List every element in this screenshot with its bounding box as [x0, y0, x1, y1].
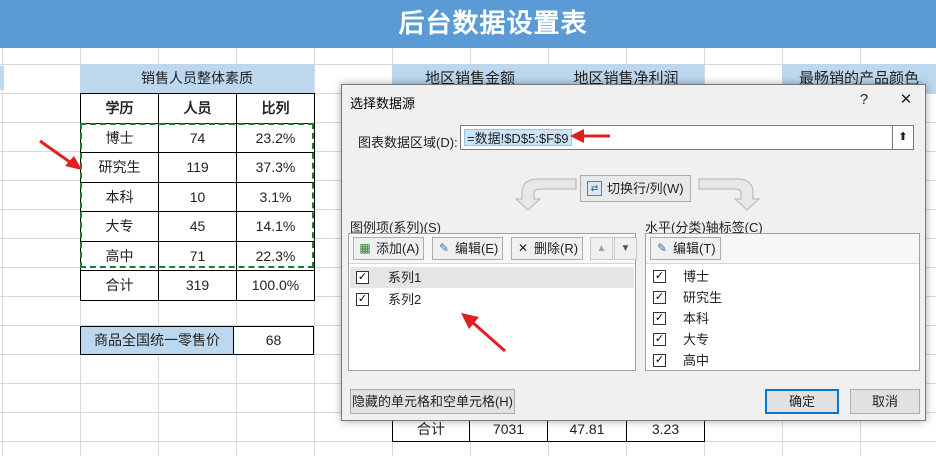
count-cell[interactable]: 45 — [158, 211, 237, 242]
category-checkbox[interactable]: ✓ — [653, 333, 666, 346]
edit-label: 编辑(E) — [455, 241, 499, 256]
switch-label: 切换行/列(W) — [607, 181, 684, 196]
sheet-title: 后台数据设置表 — [398, 9, 588, 39]
ok-button[interactable]: 确定 — [765, 389, 839, 414]
switch-icon: ⇄ — [587, 181, 602, 196]
delete-icon: ✕ — [517, 241, 529, 255]
help-button[interactable]: ? — [849, 87, 879, 113]
category-label: 博士 — [683, 269, 710, 284]
category-item[interactable]: ✓ 大专 — [647, 329, 918, 350]
category-checkbox[interactable]: ✓ — [653, 312, 666, 325]
edit-axis-button[interactable]: ✎ 编辑(T) — [650, 237, 721, 260]
table-row: 博士 74 23.2% — [80, 122, 315, 153]
series-checkbox[interactable]: ✓ — [356, 271, 369, 284]
edu-cell[interactable]: 研究生 — [80, 152, 159, 183]
series-label: 系列1 — [388, 270, 422, 285]
edu-cell[interactable]: 高中 — [80, 240, 159, 271]
category-item[interactable]: ✓ 本科 — [647, 308, 918, 329]
price-value[interactable]: 68 — [233, 326, 314, 355]
series-label: 系列2 — [388, 292, 422, 307]
count-cell[interactable]: 10 — [158, 181, 237, 212]
category-checkbox[interactable]: ✓ — [653, 354, 666, 367]
category-item[interactable]: ✓ 研究生 — [647, 287, 918, 308]
table-row: 大专 45 14.1% — [80, 211, 315, 242]
count-cell[interactable]: 74 — [158, 122, 237, 153]
series-item[interactable]: ✓ 系列1 — [350, 267, 634, 288]
close-button[interactable]: ✕ — [891, 87, 921, 113]
table-row: 高中 71 22.3% — [80, 240, 315, 271]
table-row: 合计 319 100.0% — [80, 270, 315, 301]
table-row: 本科 10 3.1% — [80, 181, 315, 212]
category-checkbox[interactable]: ✓ — [653, 270, 666, 283]
quality-table: 学历 人员 比列 博士 74 23.2% 研究生 119 37.3% 本科 10… — [80, 93, 315, 301]
range-input[interactable]: =数据!$D$5:$F$9 — [460, 125, 895, 150]
delete-series-button[interactable]: ✕ 删除(R) — [511, 237, 584, 260]
ratio-cell[interactable]: 100.0% — [236, 270, 315, 301]
edit-icon: ✎ — [438, 241, 450, 255]
axis-toolbar: ✎ 编辑(T) — [646, 234, 919, 264]
edit-axis-label: 编辑(T) — [673, 241, 716, 256]
legend-entries-panel: ▦ 添加(A) ✎ 编辑(E) ✕ 删除(R) ▲ ▼ ✓ 系列1 ✓ 系列2 — [348, 233, 637, 371]
price-label[interactable]: 商品全国统一零售价 — [80, 326, 234, 355]
range-value: =数据!$D$5:$F$9 — [464, 129, 572, 146]
range-label: 图表数据区域(D): — [358, 135, 458, 150]
col-header-count[interactable]: 人员 — [158, 93, 237, 124]
collapse-range-icon[interactable]: ⬆ — [892, 125, 914, 150]
switch-left-arrow-icon — [514, 178, 577, 211]
add-series-button[interactable]: ▦ 添加(A) — [353, 237, 425, 260]
edu-cell[interactable]: 大专 — [80, 211, 159, 242]
legend-toolbar: ▦ 添加(A) ✎ 编辑(E) ✕ 删除(R) ▲ ▼ — [349, 234, 637, 264]
ratio-cell[interactable]: 3.1% — [236, 181, 315, 212]
hidden-cells-button[interactable]: 隐藏的单元格和空单元格(H) — [350, 389, 515, 414]
table-row: 研究生 119 37.3% — [80, 152, 315, 183]
category-item[interactable]: ✓ 博士 — [647, 266, 918, 287]
category-checkbox[interactable]: ✓ — [653, 291, 666, 304]
quality-header-row: 学历 人员 比列 — [80, 93, 315, 124]
ratio-cell[interactable]: 14.1% — [236, 211, 315, 242]
ratio-cell[interactable]: 22.3% — [236, 240, 315, 271]
add-label: 添加(A) — [376, 241, 420, 256]
edu-cell[interactable]: 博士 — [80, 122, 159, 153]
count-cell[interactable]: 319 — [158, 270, 237, 301]
delete-label: 删除(R) — [534, 241, 579, 256]
col-header-ratio[interactable]: 比列 — [236, 93, 315, 124]
edu-cell[interactable]: 合计 — [80, 270, 159, 301]
edu-cell[interactable]: 本科 — [80, 181, 159, 212]
series-item[interactable]: ✓ 系列2 — [350, 289, 634, 310]
move-down-icon[interactable]: ▼ — [614, 237, 637, 260]
ratio-cell[interactable]: 37.3% — [236, 152, 315, 183]
category-label: 大专 — [683, 332, 710, 347]
dialog-title: 选择数据源 — [350, 96, 416, 111]
switch-right-arrow-icon — [698, 178, 761, 211]
add-icon: ▦ — [359, 241, 371, 255]
category-label: 高中 — [683, 353, 710, 368]
col-header-edu[interactable]: 学历 — [80, 93, 159, 124]
count-cell[interactable]: 71 — [158, 240, 237, 271]
category-label: 本科 — [683, 311, 710, 326]
axis-labels-panel: ✎ 编辑(T) ✓ 博士 ✓ 研究生 ✓ 本科 ✓ 大专 ✓ 高中 — [645, 233, 920, 371]
edit-icon: ✎ — [656, 241, 668, 255]
edit-series-button[interactable]: ✎ 编辑(E) — [432, 237, 504, 260]
left-header-fill — [0, 66, 4, 90]
switch-row-column-button[interactable]: ⇄ 切换行/列(W) — [580, 175, 691, 202]
category-label: 研究生 — [683, 290, 723, 305]
count-cell[interactable]: 119 — [158, 152, 237, 183]
move-up-icon[interactable]: ▲ — [590, 237, 613, 260]
quality-header[interactable]: 销售人员整体素质 — [80, 64, 314, 93]
select-data-source-dialog: 选择数据源 ? ✕ 图表数据区域(D): =数据!$D$5:$F$9 ⬆ ⇄ 切… — [341, 84, 926, 421]
ratio-cell[interactable]: 23.2% — [236, 122, 315, 153]
cancel-button[interactable]: 取消 — [850, 389, 920, 414]
category-item[interactable]: ✓ 高中 — [647, 350, 918, 371]
series-checkbox[interactable]: ✓ — [356, 293, 369, 306]
